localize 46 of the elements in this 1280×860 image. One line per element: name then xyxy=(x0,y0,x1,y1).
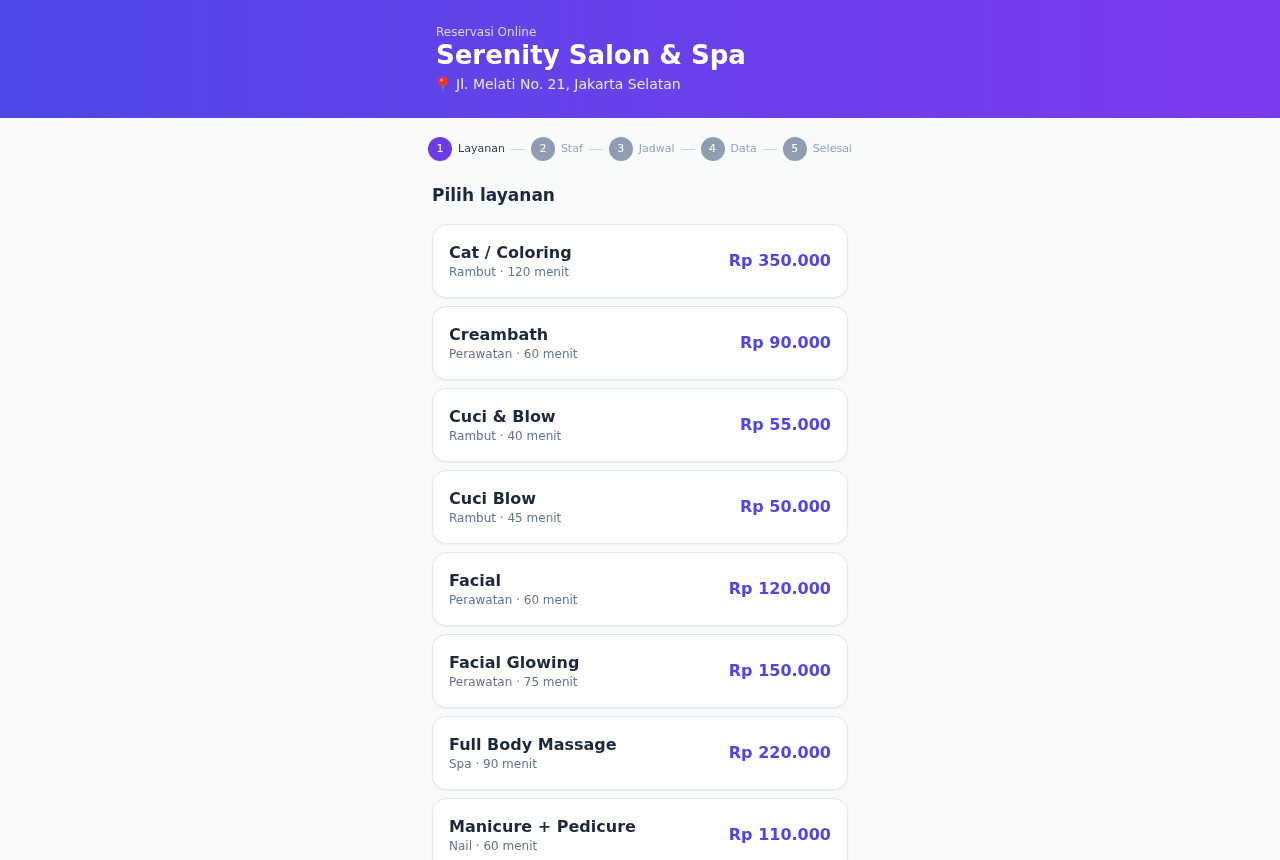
service-card[interactable]: Full Body Massage Spa · 90 menit Rp 220.000 xyxy=(432,716,848,790)
step-number: 1 xyxy=(428,137,453,161)
section-heading: Pilih layanan xyxy=(432,184,556,206)
service-details: Rambut · 120 menit xyxy=(449,263,570,280)
service-name: Cuci Blow xyxy=(449,488,538,509)
service-card[interactable]: Manicure + Pedicure Nail · 60 menit Rp 110.000 xyxy=(432,798,848,860)
service-card[interactable]: Cat / Coloring Rambut · 120 menit Rp 350.000 xyxy=(432,224,848,298)
service-price: Rp 120.000 xyxy=(728,579,831,599)
service-card[interactable]: Facial Glowing Perawatan · 75 menit Rp 150.000 xyxy=(432,634,848,708)
service-name: Cat / Coloring xyxy=(449,242,572,263)
service-price: Rp 110.000 xyxy=(728,825,831,845)
step-label: Data xyxy=(730,140,757,157)
service-name: Facial Glowing xyxy=(449,652,580,673)
service-price: Rp 50.000 xyxy=(739,497,831,517)
salon-address: Jl. Melati No. 21, Jakarta Selatan xyxy=(456,75,681,93)
step-label: Staf xyxy=(560,140,583,157)
service-price: Rp 55.000 xyxy=(739,415,831,435)
service-details: Perawatan · 60 menit xyxy=(449,591,578,608)
service-name: Facial xyxy=(449,570,503,591)
header-eyebrow: Reservasi Online xyxy=(436,24,538,40)
service-name: Full Body Massage xyxy=(449,734,617,755)
step-label: Layanan xyxy=(458,140,505,157)
service-price: Rp 220.000 xyxy=(728,743,831,763)
step-label: Jadwal xyxy=(638,140,675,157)
step-number: 4 xyxy=(700,137,725,161)
service-price: Rp 150.000 xyxy=(728,661,831,681)
service-details: Rambut · 45 menit xyxy=(449,509,562,526)
service-details: Rambut · 40 menit xyxy=(449,427,562,444)
service-card[interactable]: Cuci & Blow Rambut · 40 menit Rp 55.000 xyxy=(432,388,848,462)
service-name: Cuci & Blow xyxy=(449,406,557,427)
salon-title: Serenity Salon & Spa xyxy=(436,40,747,70)
step-number: 3 xyxy=(608,137,633,161)
service-price: Rp 350.000 xyxy=(728,251,831,271)
step-number: 2 xyxy=(530,137,555,161)
service-card[interactable]: Creambath Perawatan · 60 menit Rp 90.000 xyxy=(432,306,848,380)
service-name: Creambath xyxy=(449,324,550,345)
service-details: Perawatan · 75 menit xyxy=(449,673,579,690)
step-number: 5 xyxy=(782,137,807,161)
step-label: Selesai xyxy=(812,140,852,157)
service-details: Spa · 90 menit xyxy=(449,755,538,772)
service-name: Manicure + Pedicure xyxy=(449,816,636,837)
service-details: Nail · 60 menit xyxy=(449,837,539,854)
service-card[interactable]: Facial Perawatan · 60 menit Rp 120.000 xyxy=(432,552,848,626)
service-price: Rp 90.000 xyxy=(739,333,831,353)
service-card[interactable]: Cuci Blow Rambut · 45 menit Rp 50.000 xyxy=(432,470,848,544)
service-details: Perawatan · 60 menit xyxy=(449,345,578,362)
